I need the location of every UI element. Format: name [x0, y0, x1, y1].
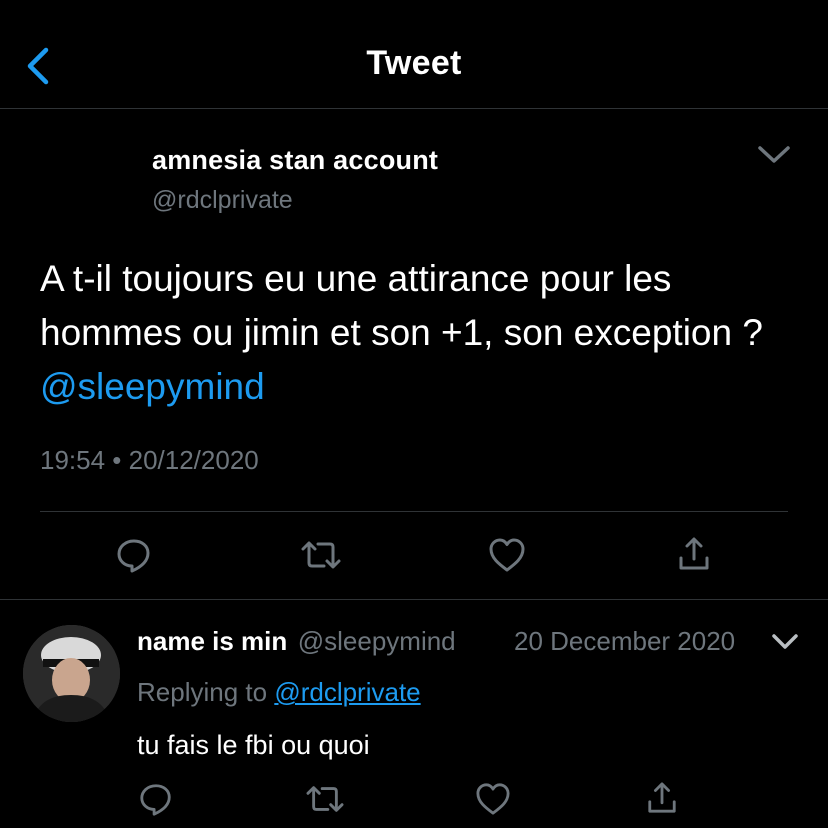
avatar[interactable]	[23, 625, 120, 722]
chevron-down-icon	[772, 634, 798, 649]
reply-author-name[interactable]: name is min	[137, 626, 287, 656]
reply-like-button[interactable]	[475, 782, 511, 816]
like-button[interactable]	[488, 537, 526, 573]
avatar-photo	[23, 625, 120, 722]
reply-icon	[140, 784, 171, 816]
mention-link[interactable]: @sleepymind	[40, 366, 265, 407]
retweet-icon	[306, 786, 344, 812]
page-title: Tweet	[366, 44, 462, 82]
tweet-options-button[interactable]	[756, 140, 792, 168]
author-name[interactable]: amnesia stan account	[152, 145, 438, 176]
reply-date: 20 December 2020	[514, 626, 736, 656]
share-button[interactable]	[677, 536, 711, 572]
reply-share-button[interactable]	[646, 781, 678, 815]
chevron-down-icon	[758, 146, 790, 163]
replying-to-label: Replying to	[137, 677, 268, 707]
retweet-icon	[301, 541, 341, 569]
reply-author-handle[interactable]: @sleepymind	[298, 626, 456, 656]
retweet-button[interactable]	[300, 536, 342, 574]
tweet-divider	[0, 599, 828, 600]
header-divider	[0, 108, 828, 109]
share-icon	[679, 537, 709, 570]
tweet-text: A t-il toujours eu une attirance pour le…	[40, 252, 800, 414]
reply-retweet-button[interactable]	[305, 781, 345, 817]
tweet-text-body: A t-il toujours eu une attirance pour le…	[40, 258, 763, 353]
like-icon	[476, 783, 510, 815]
author-handle[interactable]: @rdclprivate	[152, 186, 293, 215]
share-icon	[648, 782, 676, 813]
tweet-timestamp: 19:54 • 20/12/2020	[40, 445, 259, 475]
reply-reply-button[interactable]	[138, 781, 174, 817]
reply-header: name is min @sleepymind	[137, 626, 456, 657]
replying-to: Replying to @rdclprivate	[137, 677, 421, 708]
reply-options-button[interactable]	[770, 630, 800, 654]
reply-icon	[117, 539, 150, 573]
reply-button[interactable]	[115, 536, 153, 574]
reply-text: tu fais le fbi ou quoi	[137, 730, 370, 760]
like-icon	[489, 538, 525, 572]
meta-divider	[40, 511, 788, 512]
replying-to-link[interactable]: @rdclprivate	[274, 677, 420, 707]
